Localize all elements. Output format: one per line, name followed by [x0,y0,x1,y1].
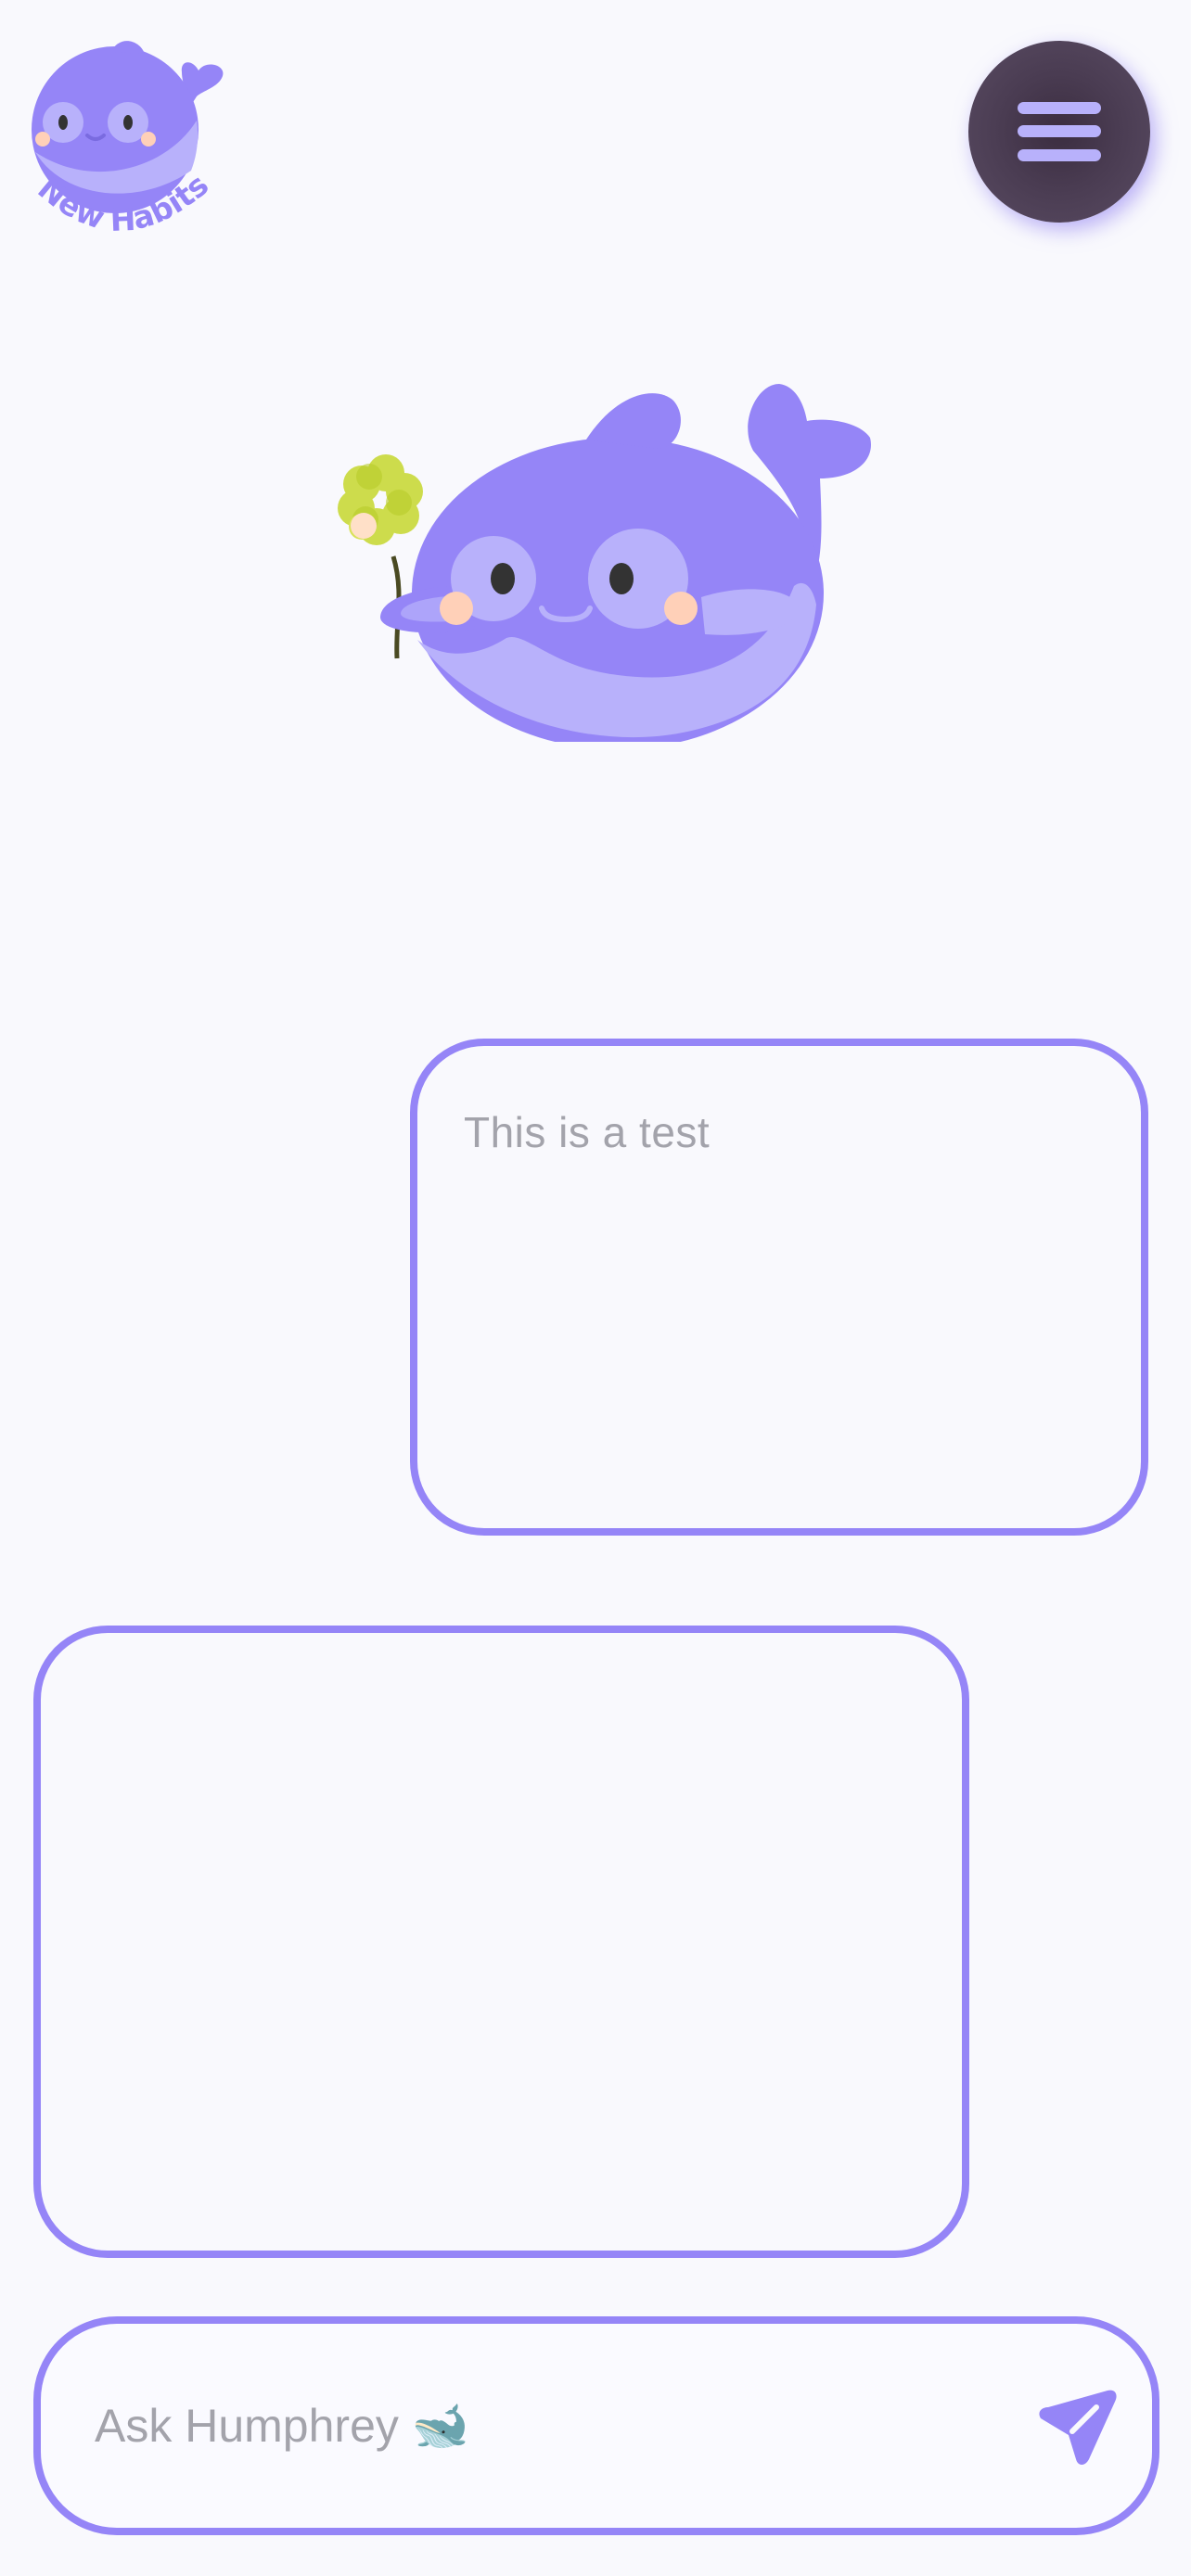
mascot-whale-illustration [312,380,879,742]
send-arrow-icon [1039,2390,1117,2465]
new-habits-logo[interactable]: New Habits [26,32,236,241]
ask-humphrey-input[interactable] [95,2384,985,2468]
hamburger-menu-icon [1018,102,1101,161]
assistant-message-bubble [33,1626,969,2258]
send-button[interactable] [1031,2381,1121,2470]
user-message-bubble: This is a test [410,1039,1148,1536]
user-message-text: This is a test [464,1108,711,1156]
ask-bar [33,2316,1159,2535]
menu-button[interactable] [968,41,1150,223]
